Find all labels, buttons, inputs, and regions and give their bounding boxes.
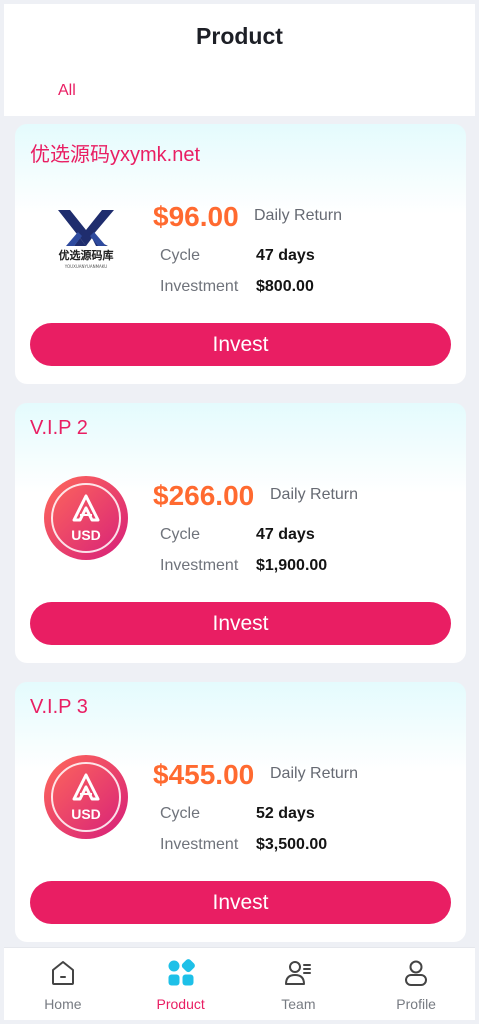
investment-value: $800.00 bbox=[256, 278, 314, 295]
cycle-value: 47 days bbox=[256, 247, 315, 264]
nav-profile[interactable]: Profile bbox=[357, 948, 475, 1020]
product-price: $455.00 bbox=[153, 759, 255, 790]
daily-return-label: Daily Return bbox=[270, 486, 359, 503]
product-price: $266.00 bbox=[153, 480, 255, 511]
investment-label: Investment bbox=[160, 278, 239, 295]
app-header: Product All bbox=[4, 4, 475, 116]
invest-button[interactable]: Invest bbox=[30, 602, 451, 645]
svg-text:USD: USD bbox=[71, 806, 101, 822]
svg-text:优选源码库: 优选源码库 bbox=[59, 248, 114, 262]
invest-button[interactable]: Invest bbox=[30, 881, 451, 924]
nav-product-label: Product bbox=[156, 996, 205, 1012]
investment-value: $3,500.00 bbox=[256, 836, 328, 853]
product-price: $96.00 bbox=[153, 201, 239, 232]
product-card: V.I.P 2 USD $266.00 Daily Return Cycle 4… bbox=[15, 403, 466, 663]
team-icon bbox=[284, 958, 312, 988]
investment-label: Investment bbox=[160, 557, 239, 574]
cycle-label: Cycle bbox=[160, 526, 201, 543]
svg-text:YOUXUANYUANMAKU: YOUXUANYUANMAKU bbox=[64, 264, 108, 269]
cycle-value: 47 days bbox=[256, 526, 315, 543]
usd-coin-icon: USD bbox=[44, 476, 128, 560]
product-name: V.I.P 3 bbox=[30, 696, 88, 718]
tab-all[interactable]: All bbox=[58, 82, 76, 100]
product-logo: USD bbox=[43, 754, 129, 840]
product-name: V.I.P 2 bbox=[30, 417, 88, 439]
product-card: 优选源码yxymk.net 优选源码库 YOUXUANYUANMAKU $96.… bbox=[15, 124, 466, 384]
nav-team[interactable]: Team bbox=[240, 948, 358, 1020]
daily-return-label: Daily Return bbox=[254, 207, 343, 224]
product-name: 优选源码yxymk.net bbox=[30, 144, 201, 166]
investment-value: $1,900.00 bbox=[256, 557, 328, 574]
product-logo: 优选源码库 YOUXUANYUANMAKU bbox=[43, 196, 129, 282]
nav-product[interactable]: Product bbox=[122, 948, 240, 1020]
grid-icon bbox=[167, 958, 195, 988]
daily-return-label: Daily Return bbox=[270, 765, 359, 782]
cycle-value: 52 days bbox=[256, 805, 315, 822]
product-logo: USD bbox=[43, 475, 129, 561]
home-icon bbox=[49, 958, 77, 988]
nav-profile-label: Profile bbox=[396, 996, 436, 1012]
nav-home[interactable]: Home bbox=[4, 948, 122, 1020]
product-card: V.I.P 3 USD $455.00 Daily Return Cycle 5… bbox=[15, 682, 466, 942]
bottom-nav: Home Product Team Profile bbox=[4, 947, 475, 1020]
investment-label: Investment bbox=[160, 836, 239, 853]
yxymk-logo-icon: 优选源码库 YOUXUANYUANMAKU bbox=[58, 210, 114, 269]
cycle-label: Cycle bbox=[160, 247, 201, 264]
svg-text:USD: USD bbox=[71, 527, 101, 543]
user-icon bbox=[402, 958, 430, 988]
nav-team-label: Team bbox=[281, 996, 316, 1012]
page-title: Product bbox=[196, 23, 283, 49]
nav-home-label: Home bbox=[44, 996, 82, 1012]
usd-coin-icon: USD bbox=[44, 755, 128, 839]
invest-button[interactable]: Invest bbox=[30, 323, 451, 366]
cycle-label: Cycle bbox=[160, 805, 201, 822]
